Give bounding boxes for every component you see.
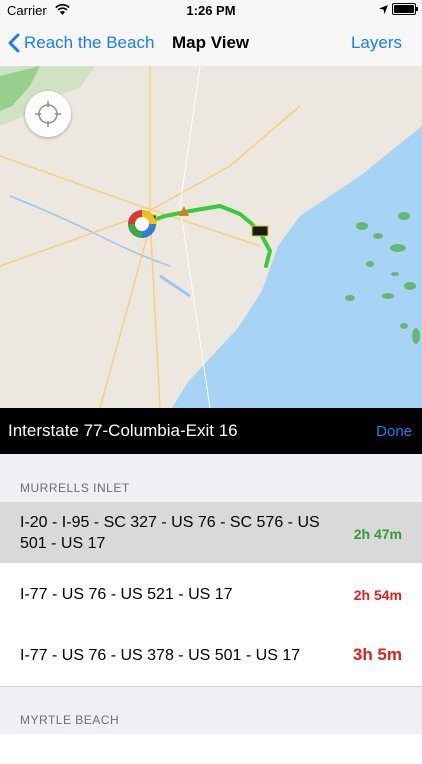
location-arrow-icon	[379, 4, 388, 14]
navigation-bar: Reach the Beach Map View Layers	[0, 22, 422, 67]
layers-button[interactable]: Layers	[351, 33, 402, 53]
crosshair-icon	[35, 101, 61, 127]
chevron-left-icon	[8, 33, 20, 53]
route-row[interactable]	[0, 734, 422, 764]
route-row[interactable]: I-77 - US 76 - US 378 - US 501 - US 17 3…	[0, 625, 422, 687]
section-header-murrells-inlet: MURRELLS INLET	[20, 481, 130, 495]
battery-icon	[392, 3, 418, 15]
done-button[interactable]: Done	[376, 423, 412, 440]
locate-button[interactable]	[25, 91, 71, 137]
location-bar: Interstate 77-Columbia-Exit 16 Done	[0, 408, 422, 454]
location-title: Interstate 77-Columbia-Exit 16	[8, 421, 238, 440]
map-view[interactable]	[0, 66, 422, 408]
route-description: I-77 - US 76 - US 378 - US 501 - US 17	[20, 647, 301, 664]
route-duration: 3h 5m	[352, 645, 402, 664]
route-description: I-77 - US 76 - US 521 - US 17	[20, 586, 233, 603]
page-title: Map View	[172, 33, 250, 52]
route-row[interactable]: I-20 - I-95 - SC 327 - US 76 - SC 576 - …	[0, 502, 422, 564]
route-description: I-20 - I-95 - SC 327 - US 76 - SC 576 - …	[20, 514, 320, 552]
status-bar: Carrier 1:26 PM	[0, 0, 422, 22]
route-duration: 2h 47m	[353, 526, 402, 542]
section-header-myrtle-beach: MYRTLE BEACH	[20, 713, 120, 727]
back-button-label: Reach the Beach	[24, 33, 155, 52]
route-row[interactable]: I-77 - US 76 - US 521 - US 17 2h 54m	[0, 563, 422, 626]
back-button[interactable]: Reach the Beach	[8, 33, 154, 53]
clock: 1:26 PM	[186, 3, 236, 18]
route-duration: 2h 54m	[353, 587, 402, 603]
